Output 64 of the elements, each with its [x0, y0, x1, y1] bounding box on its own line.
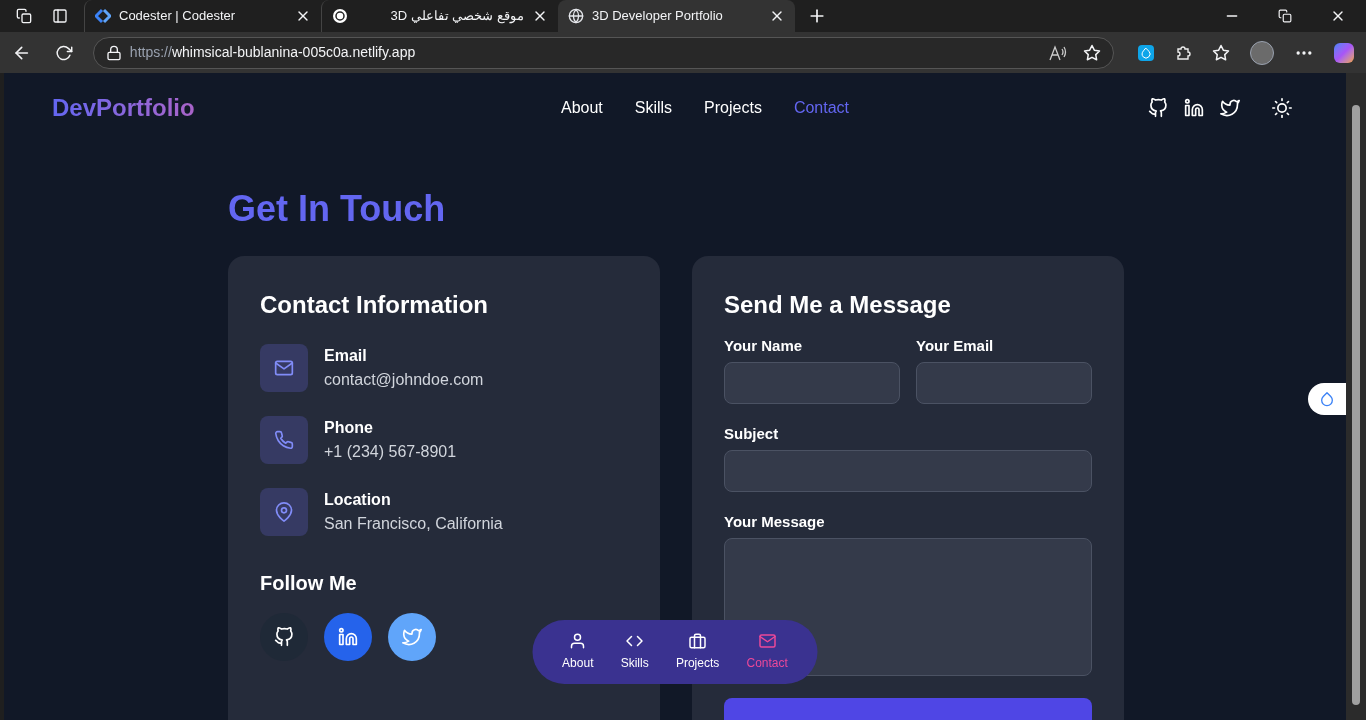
input-field[interactable]	[916, 362, 1092, 404]
info-label: Email	[324, 346, 368, 366]
info-value: +1 (234) 567-8901	[324, 442, 457, 462]
follow-title: Follow Me	[260, 571, 358, 596]
info-label: Location	[324, 490, 392, 510]
info-value: San Francisco, California	[324, 514, 503, 534]
tab-title: Codester | Codester	[119, 7, 237, 26]
favorite-star-icon[interactable]	[1083, 43, 1101, 62]
reload-icon[interactable]	[55, 43, 73, 62]
input-field[interactable]	[724, 362, 900, 404]
bottom-nav-item[interactable]: About	[562, 632, 594, 672]
phone-icon	[274, 430, 294, 450]
bottom-nav-item[interactable]: Projects	[675, 632, 720, 672]
info-value: contact@johndoe.com	[324, 370, 484, 390]
profile-avatar[interactable]	[1250, 40, 1274, 65]
card-title: Send Me a Message	[724, 290, 952, 320]
social-button[interactable]	[388, 613, 436, 661]
tab-title: موقع شخصي تفاعلي 3D	[389, 7, 524, 26]
field-label: Your Email	[916, 336, 995, 356]
github-icon[interactable]	[1148, 98, 1168, 118]
nav-link[interactable]: Contact	[793, 96, 850, 120]
scrollbar-thumb[interactable]	[1352, 105, 1360, 705]
address-bar[interactable]: https://whimsical-bublanina-005c0a.netlify.app	[92, 36, 1114, 69]
droplet-widget[interactable]	[1308, 383, 1346, 415]
social-button[interactable]	[260, 613, 308, 661]
nav-link[interactable]: Skills	[634, 96, 673, 120]
bottom-nav-item[interactable]: Skills	[620, 632, 649, 672]
info-label: Phone	[324, 418, 374, 438]
github-icon	[274, 627, 294, 647]
map-pin-icon	[274, 502, 294, 522]
globe-icon	[568, 8, 584, 24]
field-label: Your Name	[724, 336, 804, 356]
nav-link[interactable]: About	[560, 96, 603, 120]
card-title: Contact Information	[260, 290, 489, 320]
tab-actions-icon[interactable]	[52, 8, 68, 24]
section-title: Get In Touch	[228, 187, 447, 231]
social-button[interactable]	[324, 613, 372, 661]
restore-icon[interactable]	[1278, 9, 1292, 23]
sun-icon[interactable]	[1272, 98, 1292, 118]
bird-icon[interactable]	[1220, 98, 1240, 118]
lock-icon	[105, 44, 122, 61]
bird-icon	[402, 627, 422, 647]
puzzle-icon[interactable]	[1174, 43, 1192, 62]
field-label: Your Message	[724, 512, 826, 532]
user-icon	[568, 632, 587, 650]
tab-title: 3D Developer Portfolio	[592, 7, 724, 26]
knot-logo-icon	[332, 8, 348, 24]
copilot-icon[interactable]	[1334, 42, 1354, 63]
workspaces-icon[interactable]	[16, 8, 32, 24]
droplet-extension-icon[interactable]	[1138, 44, 1154, 61]
url-text: https://whimsical-bublanina-005c0a.netlify.app	[129, 43, 416, 62]
mail-icon	[274, 358, 294, 378]
input-field[interactable]	[724, 450, 1092, 492]
chevrons-logo-icon	[95, 8, 111, 24]
favorites-icon[interactable]	[1212, 43, 1230, 62]
linkedin-icon[interactable]	[1184, 98, 1204, 118]
browser-tab[interactable]: 3D Developer Portfolio	[558, 0, 795, 32]
briefcase-icon	[688, 632, 707, 650]
nav-link[interactable]: Projects	[704, 96, 762, 120]
droplet-icon	[1319, 391, 1335, 407]
read-aloud-icon[interactable]	[1049, 44, 1067, 61]
linkedin-icon	[338, 627, 358, 647]
mail-icon	[758, 632, 777, 650]
field-label: Subject	[724, 424, 780, 444]
